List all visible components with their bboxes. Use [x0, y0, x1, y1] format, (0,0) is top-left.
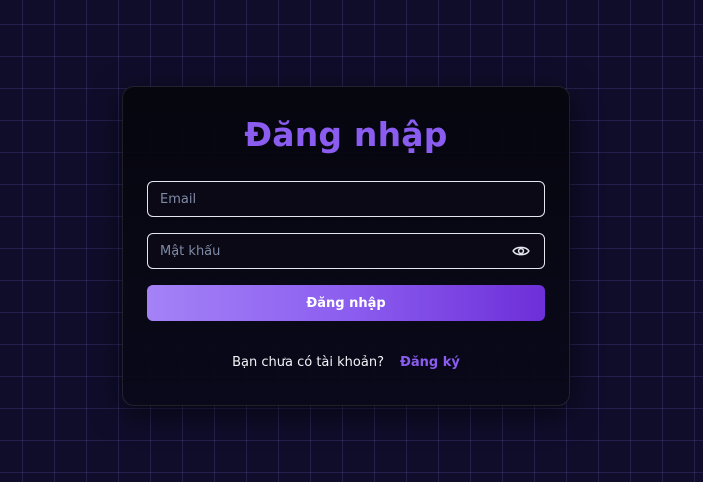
- email-input[interactable]: [148, 182, 544, 216]
- login-card: Đăng nhập Đăng nhập Bạn chưa có tài khoả…: [122, 86, 570, 406]
- login-page: { "login_form": { "title": "Đăng nhập", …: [0, 0, 703, 482]
- signup-row: Bạn chưa có tài khoản? Đăng ký: [123, 354, 569, 372]
- password-field-wrapper: [147, 233, 545, 269]
- signup-prompt: Bạn chưa có tài khoản?: [232, 355, 384, 370]
- login-button[interactable]: Đăng nhập: [147, 285, 545, 321]
- login-title: Đăng nhập: [244, 115, 448, 154]
- signup-link[interactable]: Đăng ký: [400, 355, 460, 370]
- email-field-wrapper: [147, 181, 545, 217]
- eye-icon[interactable]: [512, 244, 530, 258]
- password-input[interactable]: [148, 234, 544, 268]
